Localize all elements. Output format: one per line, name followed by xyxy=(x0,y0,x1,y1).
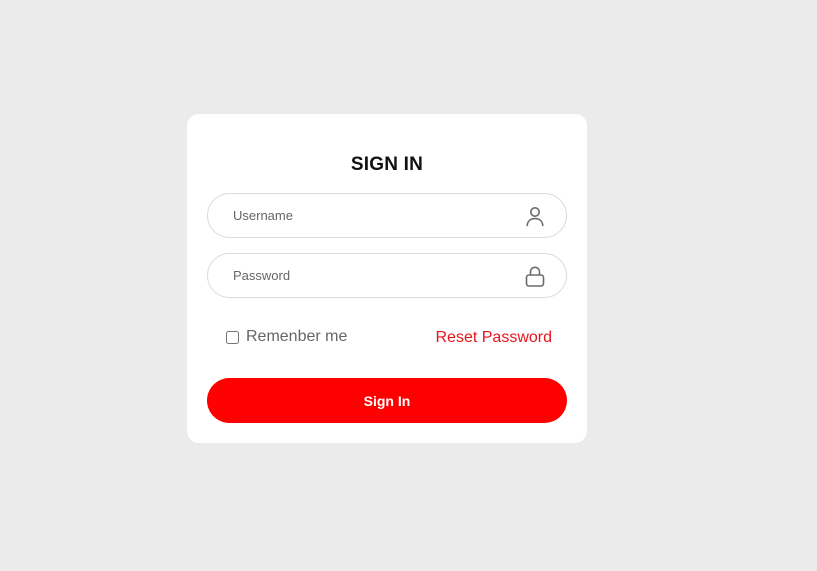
sign-in-button[interactable]: Sign In xyxy=(207,378,567,423)
username-field[interactable] xyxy=(207,193,567,238)
login-title: SIGN IN xyxy=(350,154,424,175)
password-input[interactable] xyxy=(233,254,513,297)
password-field[interactable] xyxy=(207,253,567,298)
options-row: Remenber me Reset Password xyxy=(226,328,552,350)
username-input[interactable] xyxy=(233,194,513,237)
remember-me-checkbox[interactable] xyxy=(226,330,239,344)
login-card: SIGN IN Remenber me Reset Password Sign … xyxy=(187,114,587,443)
lock-icon xyxy=(525,266,545,287)
reset-password-link[interactable]: Reset Password xyxy=(436,329,553,347)
remember-me[interactable]: Remenber me xyxy=(226,328,347,346)
user-icon xyxy=(526,207,544,227)
remember-me-label: Remenber me xyxy=(246,328,348,345)
